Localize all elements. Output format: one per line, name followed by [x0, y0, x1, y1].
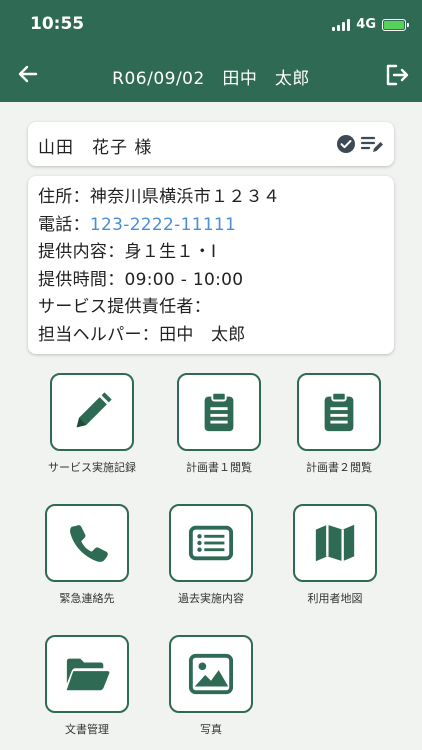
- address-text: 住所：神奈川県横浜市１２３４: [38, 187, 281, 207]
- client-name: 山田 花子 様: [38, 138, 153, 158]
- phone-icon: [70, 525, 108, 562]
- tile-plan1-box[interactable]: [177, 373, 261, 451]
- edit-note-icon[interactable]: [360, 133, 384, 155]
- tile-client-map[interactable]: 利用者地図: [270, 504, 400, 606]
- tile-label: 計画書１閲覧: [186, 461, 252, 474]
- check-circle-icon: [337, 135, 355, 153]
- client-name-card[interactable]: 山田 花子 様: [28, 122, 394, 166]
- pencil-icon: [76, 392, 112, 428]
- tile-emergency-contact[interactable]: 緊急連絡先: [22, 504, 152, 606]
- tile-service-record[interactable]: サービス実施記録: [27, 373, 157, 475]
- clipboard-icon: [324, 391, 354, 432]
- tile-documents-box[interactable]: [45, 635, 129, 713]
- tile-service-record-box[interactable]: [50, 373, 134, 451]
- phone-label: 電話：: [38, 214, 90, 235]
- helper-text: 担当ヘルパー：田中 太郎: [38, 324, 246, 345]
- tile-plan1[interactable]: 計画書１閲覧: [154, 373, 284, 475]
- status-time: 10:55: [30, 14, 85, 34]
- phone-row: 電話：123-2222-11111: [38, 212, 384, 240]
- service-time-text: 提供時間：09:00 - 10:00: [38, 269, 244, 290]
- map-icon: [315, 524, 355, 562]
- signal-icon: [332, 18, 351, 31]
- tile-label: 文書管理: [65, 723, 109, 736]
- battery-icon: [382, 18, 409, 31]
- client-info-card: 住所：神奈川県横浜市１２３４ 電話：123-2222-11111 提供内容：身１…: [28, 176, 394, 354]
- logout-icon[interactable]: [384, 62, 410, 88]
- tile-past-records[interactable]: 過去実施内容: [146, 504, 276, 606]
- service-content-text: 提供内容：身１生１・Ⅰ: [38, 242, 217, 262]
- service-manager-text: サービス提供責任者：: [38, 297, 211, 317]
- tile-plan2[interactable]: 計画書２閲覧: [274, 373, 404, 475]
- image-icon: [188, 653, 234, 695]
- tile-photos[interactable]: 写真: [146, 635, 276, 737]
- folder-icon: [66, 658, 110, 691]
- client-status-icons: [336, 133, 384, 155]
- tile-photos-box[interactable]: [169, 635, 253, 713]
- tile-emergency-contact-box[interactable]: [45, 504, 129, 582]
- tile-label: サービス実施記録: [48, 461, 136, 474]
- tile-label: 緊急連絡先: [59, 592, 115, 605]
- tile-plan2-box[interactable]: [297, 373, 381, 451]
- list-icon: [188, 525, 234, 561]
- tile-past-records-box[interactable]: [169, 504, 253, 582]
- phone-link[interactable]: 123-2222-11111: [90, 215, 236, 235]
- tile-label: 計画書２閲覧: [306, 461, 372, 474]
- tile-label: 利用者地図: [307, 592, 363, 605]
- status-indicators: 4G: [332, 17, 409, 32]
- network-label: 4G: [356, 17, 376, 32]
- page-title: R06/09/02 田中 太郎: [112, 69, 310, 89]
- clipboard-icon: [204, 391, 234, 432]
- tile-label: 写真: [200, 723, 222, 736]
- tile-label: 過去実施内容: [178, 592, 244, 605]
- app-header: 10:55 4G R06/09/02 田中 太郎: [0, 0, 422, 102]
- tile-documents[interactable]: 文書管理: [22, 635, 152, 737]
- tile-client-map-box[interactable]: [293, 504, 377, 582]
